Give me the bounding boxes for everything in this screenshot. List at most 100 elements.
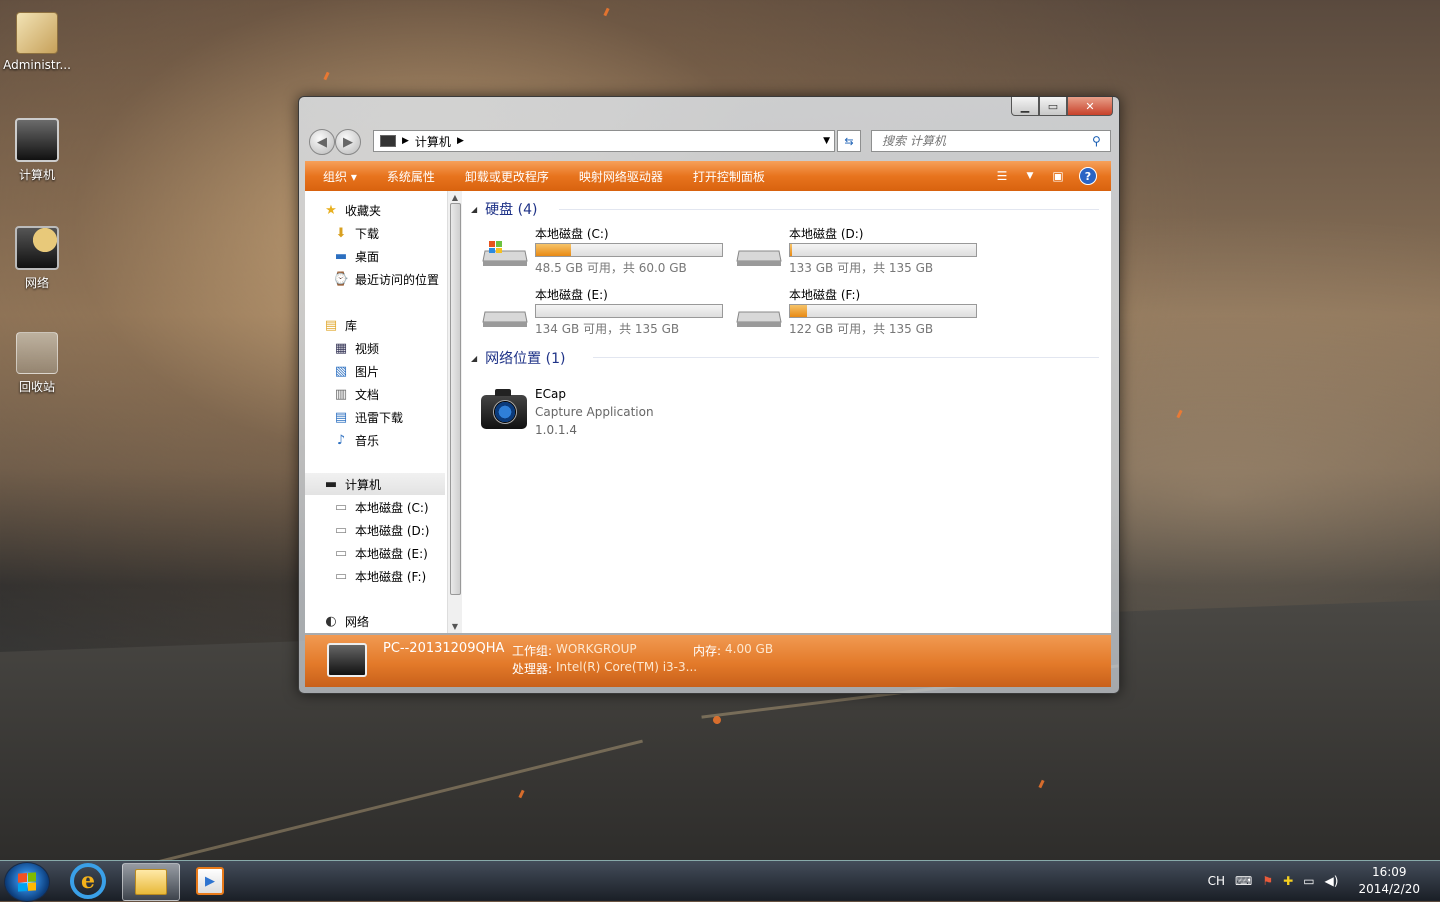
- desktop-icon-administrator[interactable]: Administr...: [0, 12, 74, 72]
- back-button[interactable]: ◀: [309, 129, 335, 155]
- nav-item-downloads[interactable]: ⬇ 下载: [333, 222, 379, 244]
- organize-button[interactable]: 组织 ▾: [323, 168, 357, 185]
- address-bar[interactable]: ▶ 计算机 ▶ ▼: [373, 130, 835, 152]
- security-app-icon[interactable]: ⚑: [1262, 874, 1273, 888]
- navigation-scrollbar[interactable]: ▲ ▼: [447, 191, 462, 633]
- open-control-panel-button[interactable]: 打开控制面板: [693, 168, 765, 185]
- search-icon[interactable]: ⚲: [1092, 134, 1101, 148]
- system-properties-button[interactable]: 系统属性: [387, 168, 435, 185]
- nav-item-desktop[interactable]: ▬ 桌面: [333, 245, 379, 267]
- drive-tile-d[interactable]: 本地磁盘 (D:) 133 GB 可用，共 135 GB: [735, 225, 985, 283]
- group-header-hard-disks[interactable]: ◢ 硬盘 (4): [471, 199, 537, 219]
- breadcrumb-arrow-icon[interactable]: ▶: [457, 136, 464, 146]
- breadcrumb-computer[interactable]: 计算机: [415, 133, 451, 150]
- desktop-icon-computer[interactable]: 计算机: [0, 118, 74, 183]
- desktop-icon-label: Administr...: [3, 58, 71, 72]
- nav-item-recent-places[interactable]: ⌚ 最近访问的位置: [333, 268, 439, 290]
- recycle-bin-icon: [16, 332, 58, 374]
- computer-name: PC--20131209QHA: [383, 641, 505, 656]
- group-divider: [559, 209, 1099, 210]
- keyboard-icon[interactable]: ⌨: [1235, 874, 1252, 888]
- nav-item-videos[interactable]: ▦ 视频: [333, 337, 379, 359]
- change-view-icon[interactable]: ☰: [995, 169, 1009, 183]
- network-item-name: ECap: [535, 387, 566, 401]
- computer-icon: ▬: [324, 476, 338, 492]
- drive-usage-fill: [536, 244, 572, 256]
- music-icon: ♪: [336, 432, 346, 448]
- taskbar: e ▶ CH ⌨ ⚑ ✚ ▭ ◀) 16:09 2014/2/20: [0, 860, 1440, 902]
- network-status-icon[interactable]: ▭: [1303, 874, 1314, 888]
- drive-tile-f[interactable]: 本地磁盘 (F:) 122 GB 可用，共 135 GB: [735, 286, 985, 344]
- close-button[interactable]: ✕: [1067, 97, 1113, 116]
- workgroup-value: WORKGROUP: [556, 642, 637, 656]
- view-dropdown-icon[interactable]: ▼: [1023, 169, 1037, 183]
- update-app-icon[interactable]: ✚: [1283, 874, 1293, 888]
- nav-item-favorites[interactable]: ★ 收藏夹: [323, 199, 381, 221]
- system-drive-icon: ▭: [334, 499, 348, 515]
- taskbar-ie-button[interactable]: e: [60, 863, 116, 899]
- network-item-ecap[interactable]: ECap Capture Application 1.0.1.4: [481, 387, 741, 447]
- nav-item-libraries[interactable]: ▤ 库: [323, 314, 357, 336]
- desktop-icon-network[interactable]: 网络: [0, 226, 74, 291]
- nav-item-drive-c[interactable]: ▭ 本地磁盘 (C:): [333, 496, 429, 518]
- arrow-left-icon: ◀: [317, 134, 327, 150]
- nav-item-xunlei-downloads[interactable]: ▤ 迅雷下载: [333, 406, 403, 428]
- drive-name: 本地磁盘 (D:): [789, 227, 864, 241]
- nav-item-documents[interactable]: ▥ 文档: [333, 383, 379, 405]
- nav-label: 迅雷下载: [355, 410, 404, 425]
- minimize-button[interactable]: ▁: [1011, 97, 1039, 116]
- preview-pane-icon[interactable]: ▣: [1051, 169, 1065, 183]
- wallpaper-ember: [603, 7, 610, 17]
- explorer-window[interactable]: ▁ ▭ ✕ ◀ ▶ ▶ 计算机 ▶ ▼ ⇆ ⚲ 组织 ▾ 系统属性 卸载或更改程…: [298, 96, 1120, 694]
- group-title: 网络位置 (1): [485, 351, 566, 367]
- scroll-down-icon[interactable]: ▼: [448, 622, 462, 631]
- group-divider: [593, 357, 1099, 358]
- wallpaper-ember: [323, 71, 330, 81]
- scrollbar-thumb[interactable]: [450, 203, 461, 595]
- forward-button[interactable]: ▶: [335, 129, 361, 155]
- nav-label: 网络: [345, 614, 370, 629]
- uninstall-program-button[interactable]: 卸载或更改程序: [465, 168, 549, 185]
- desktop-icon-recycle-bin[interactable]: 回收站: [0, 332, 74, 395]
- drive-name: 本地磁盘 (C:): [535, 227, 609, 241]
- caption-buttons: ▁ ▭ ✕: [1011, 97, 1113, 116]
- search-input[interactable]: [880, 133, 1092, 149]
- drive-usage-bar: [535, 304, 723, 318]
- nav-label: 视频: [355, 341, 380, 356]
- map-network-drive-button[interactable]: 映射网络驱动器: [579, 168, 663, 185]
- computer-icon: [380, 135, 396, 147]
- maximize-button[interactable]: ▭: [1039, 97, 1067, 116]
- nav-item-drive-f[interactable]: ▭ 本地磁盘 (F:): [333, 565, 426, 587]
- nav-item-drive-d[interactable]: ▭ 本地磁盘 (D:): [333, 519, 430, 541]
- language-indicator[interactable]: CH: [1208, 874, 1225, 888]
- taskbar-media-player-button[interactable]: ▶: [182, 863, 238, 899]
- drive-tile-e[interactable]: 本地磁盘 (E:) 134 GB 可用，共 135 GB: [481, 286, 731, 344]
- taskbar-explorer-button[interactable]: [122, 863, 180, 901]
- system-tray: CH ⌨ ⚑ ✚ ▭ ◀) 16:09 2014/2/20: [1208, 861, 1440, 901]
- nav-item-music[interactable]: ♪ 音乐: [333, 429, 379, 451]
- nav-item-pictures[interactable]: ▧ 图片: [333, 360, 379, 382]
- clock[interactable]: 16:09 2014/2/20: [1358, 864, 1420, 898]
- nav-item-drive-e[interactable]: ▭ 本地磁盘 (E:): [333, 542, 428, 564]
- nav-label: 桌面: [355, 249, 380, 264]
- breadcrumb-arrow-icon[interactable]: ▶: [402, 136, 409, 146]
- start-button[interactable]: [4, 862, 50, 902]
- drive-size-text: 48.5 GB 可用，共 60.0 GB: [535, 261, 687, 275]
- drive-tile-c[interactable]: 本地磁盘 (C:) 48.5 GB 可用，共 60.0 GB: [481, 225, 731, 283]
- search-box[interactable]: ⚲: [871, 130, 1111, 152]
- clock-date: 2014/2/20: [1358, 882, 1420, 896]
- collapse-triangle-icon[interactable]: ◢: [471, 205, 477, 214]
- scroll-up-icon[interactable]: ▲: [448, 193, 462, 202]
- group-header-network-locations[interactable]: ◢ 网络位置 (1): [471, 348, 565, 368]
- drive-usage-bar: [789, 304, 977, 318]
- network-item-description: Capture Application: [535, 405, 654, 419]
- refresh-button[interactable]: ⇆: [837, 130, 861, 152]
- collapse-triangle-icon[interactable]: ◢: [471, 354, 477, 363]
- volume-icon[interactable]: ◀): [1325, 874, 1339, 888]
- nav-item-network[interactable]: ◐ 网络: [323, 610, 369, 632]
- address-dropdown-icon[interactable]: ▼: [823, 136, 830, 146]
- nav-item-computer[interactable]: ▬ 计算机: [305, 473, 445, 495]
- nav-label: 音乐: [355, 433, 380, 448]
- help-button[interactable]: ?: [1079, 167, 1097, 185]
- camera-icon: [481, 389, 527, 429]
